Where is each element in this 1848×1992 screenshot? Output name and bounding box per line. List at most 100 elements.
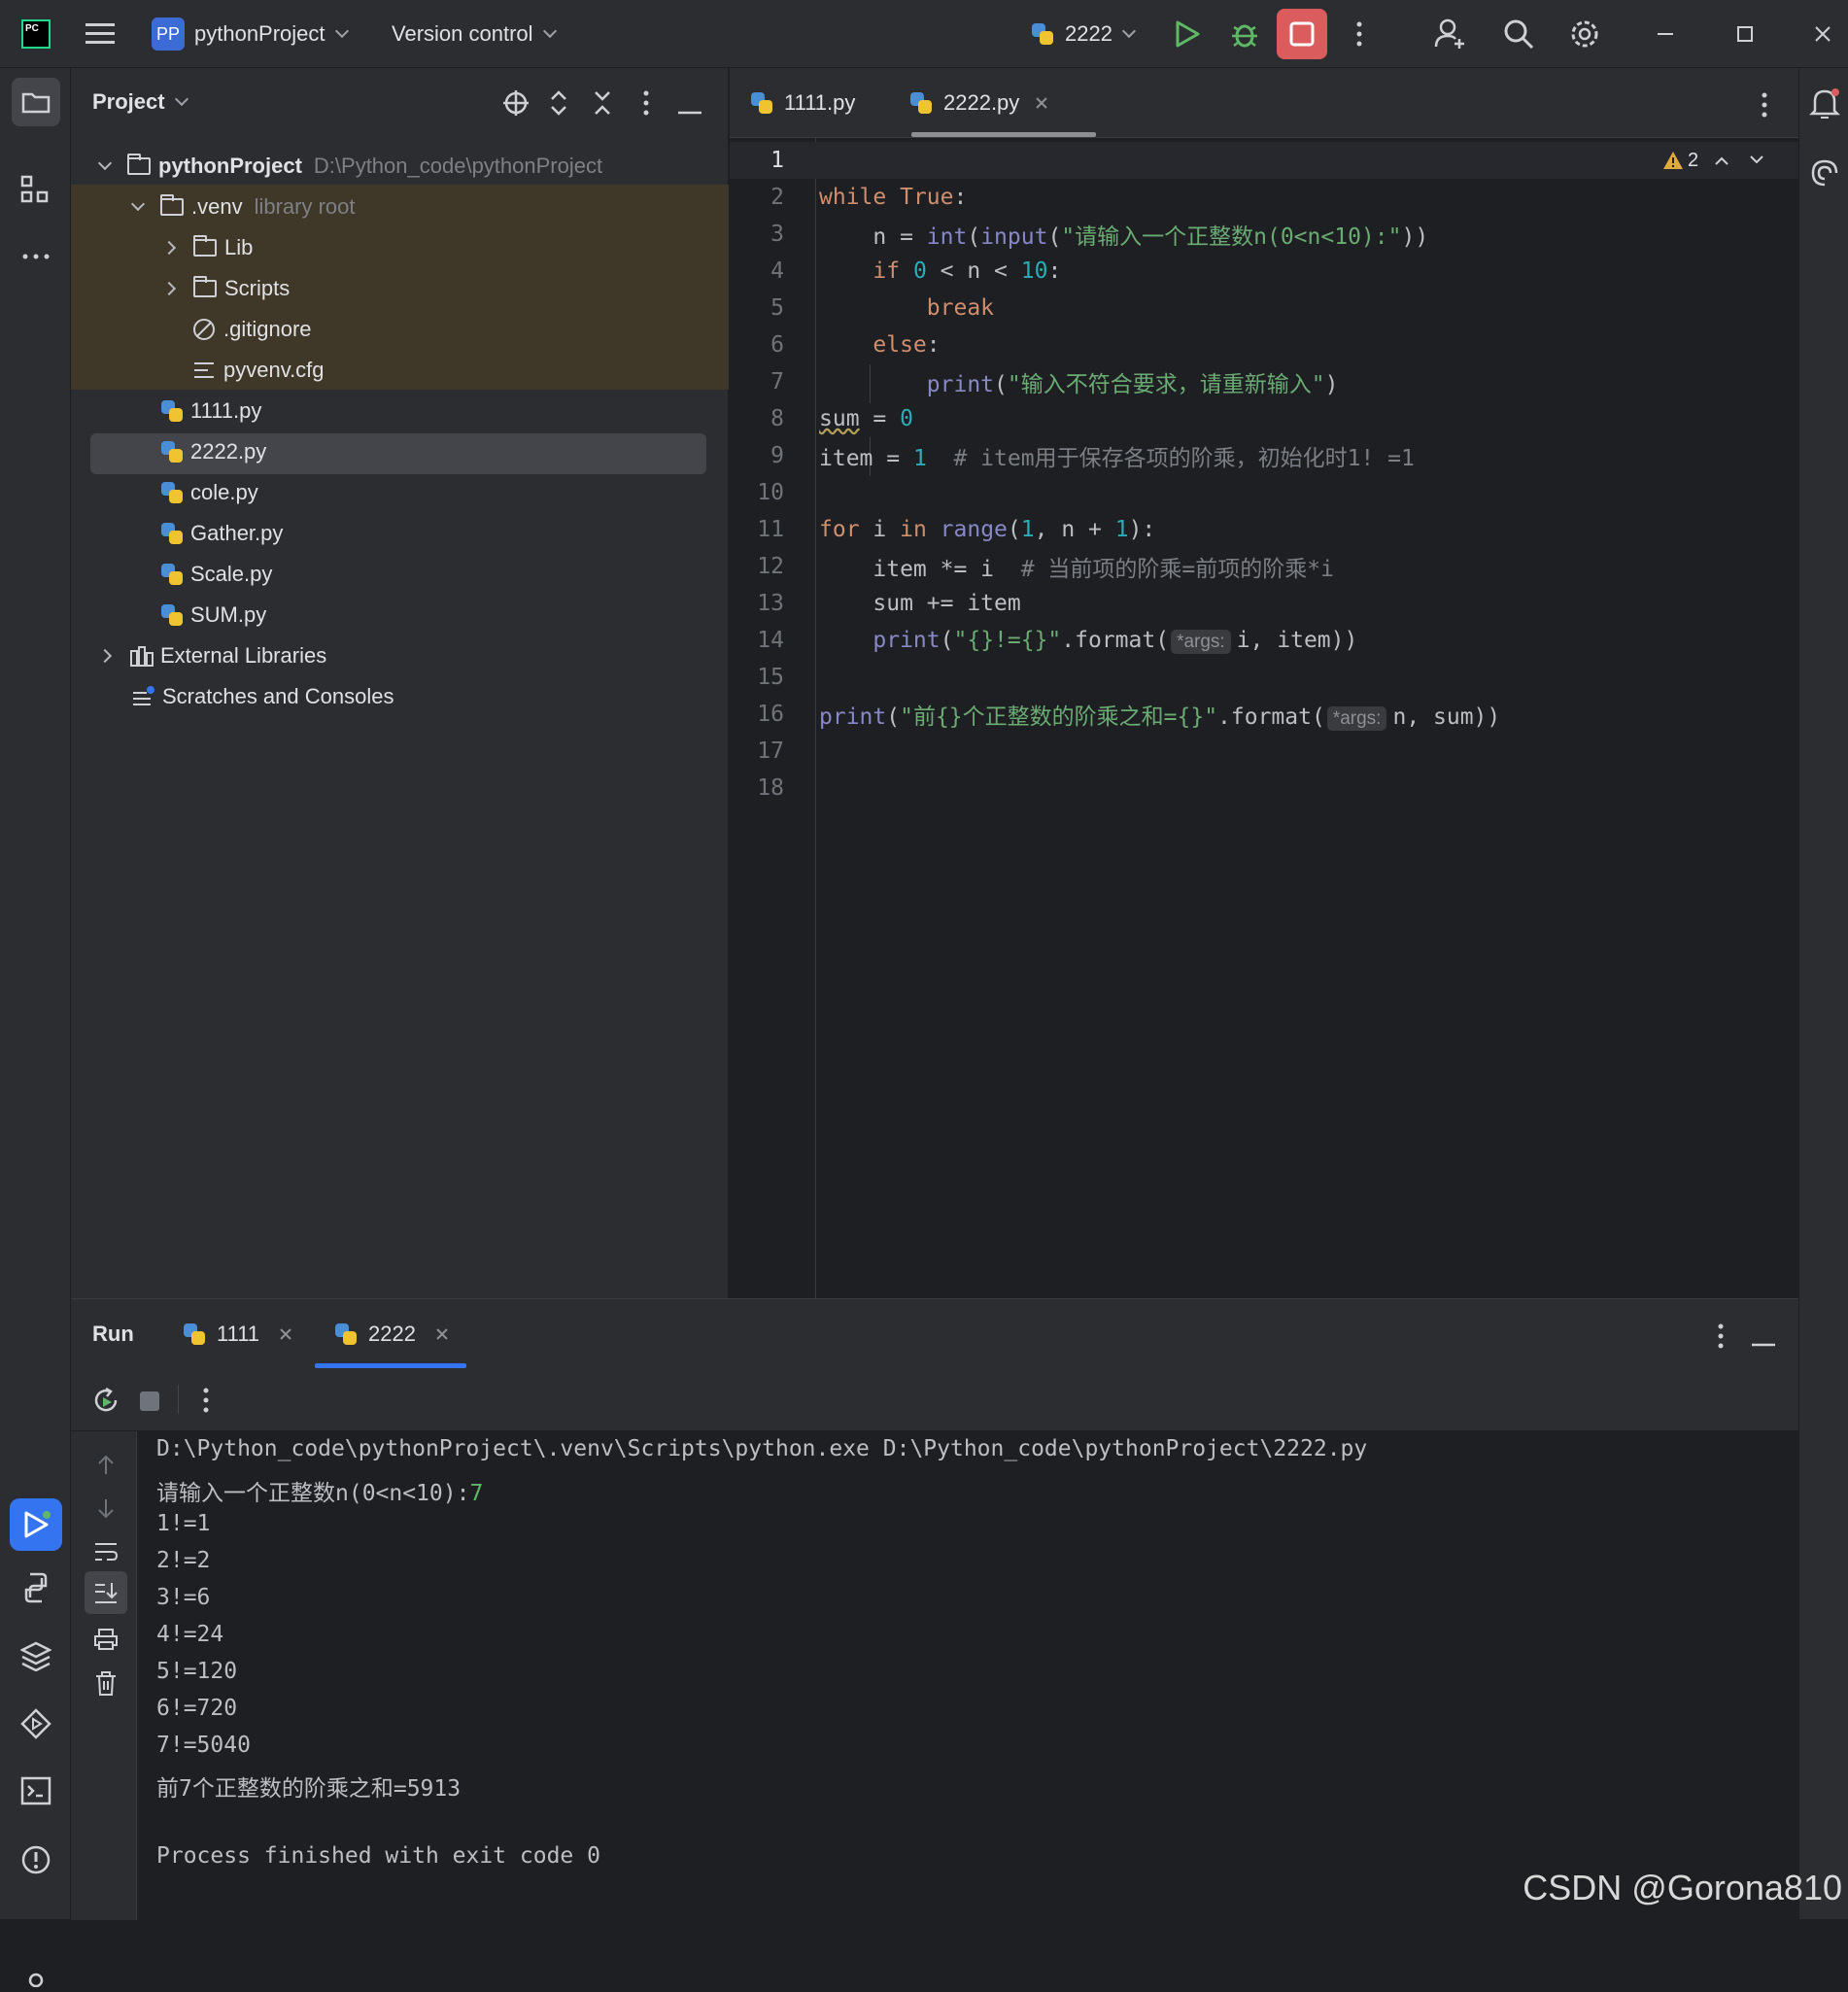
console-line: 7!=5040 [156, 1733, 251, 1758]
debug-button[interactable] [1230, 0, 1259, 68]
main-menu-icon[interactable] [86, 0, 117, 68]
more-actions-icon[interactable] [1354, 0, 1364, 68]
tree-file[interactable]: 1111.py [71, 391, 729, 431]
run-button[interactable] [1174, 0, 1201, 68]
locate-file-icon[interactable] [502, 89, 530, 121]
project-selector[interactable]: PP pythonProject [152, 0, 349, 68]
console-line: 4!=24 [156, 1622, 224, 1647]
collapse-all-icon[interactable] [593, 89, 612, 121]
more-run-actions-icon[interactable] [201, 1387, 211, 1419]
code-line-9: item = 1 # item用于保存各项的阶乘，初始化时1! =1 [819, 446, 1415, 471]
code-line-13: sum += item [873, 591, 1021, 616]
hide-run-panel-icon[interactable] [1752, 1334, 1775, 1352]
python-file-icon [161, 523, 183, 544]
tree-pyvenv[interactable]: pyvenv.cfg [71, 350, 729, 391]
soft-wrap-icon[interactable] [85, 1530, 127, 1573]
pycharm-logo-icon: PC [21, 0, 51, 68]
run-tab-2222[interactable]: 2222 [335, 1299, 449, 1369]
tree-file[interactable]: Scale.py [71, 554, 729, 595]
tree-external-libraries[interactable]: External Libraries [71, 635, 729, 676]
python-console-icon[interactable] [20, 1572, 51, 1608]
scratches-icon [133, 686, 154, 705]
stop-process-icon[interactable] [139, 1391, 160, 1417]
venv-hint: library root [254, 194, 356, 219]
expand-all-icon[interactable] [549, 89, 568, 121]
options-icon[interactable] [641, 89, 651, 121]
minimize-window-icon[interactable] [1656, 0, 1675, 68]
scroll-up-icon[interactable] [85, 1443, 127, 1486]
python-icon [335, 1323, 357, 1345]
print-icon[interactable] [85, 1618, 127, 1661]
stop-button[interactable] [1277, 9, 1327, 59]
tab-2222[interactable]: 2222.py [910, 68, 1048, 138]
parameter-hint: *args: [1171, 630, 1231, 654]
tree-file-selected[interactable]: 2222.py [71, 431, 729, 472]
tab-options-icon[interactable] [1760, 91, 1769, 123]
text-file-icon [194, 362, 214, 378]
search-icon[interactable] [1502, 0, 1535, 68]
python-icon [184, 1323, 205, 1345]
folder-icon [127, 154, 151, 175]
tree-gitignore[interactable]: .gitignore [71, 309, 729, 350]
run-config-selector[interactable]: 2222 [1032, 0, 1137, 68]
run-options-icon[interactable] [1716, 1322, 1726, 1355]
tree-root[interactable]: pythonProject D:\Python_code\pythonProje… [71, 146, 729, 187]
run-tab-1111[interactable]: 1111 [184, 1299, 292, 1369]
rerun-icon[interactable] [92, 1387, 120, 1419]
project-panel-header[interactable]: Project [92, 68, 188, 136]
console-line: 请输入一个正整数n(0<n<10):7 [156, 1481, 484, 1506]
parameter-hint: *args: [1326, 706, 1387, 731]
scroll-down-icon[interactable] [85, 1488, 127, 1530]
console-line: Process finished with exit code 0 [156, 1843, 600, 1869]
python-file-icon [910, 92, 932, 114]
tree-file[interactable]: SUM.py [71, 595, 729, 635]
clear-console-icon[interactable] [85, 1663, 127, 1705]
console-line: 3!=6 [156, 1585, 211, 1610]
scroll-to-end-icon[interactable] [85, 1571, 127, 1614]
chevron-down-icon [130, 196, 146, 212]
notifications-bell-icon[interactable] [1808, 87, 1841, 123]
add-user-icon[interactable] [1434, 0, 1467, 68]
chevron-down-icon [542, 23, 557, 39]
terminal-icon[interactable] [20, 1776, 51, 1810]
close-window-icon[interactable] [1813, 0, 1832, 68]
python-icon [1032, 23, 1053, 45]
structure-icon[interactable] [20, 175, 50, 209]
close-tab-icon[interactable] [1035, 96, 1048, 110]
editor-tab-bar: 1111.py 2222.py [730, 68, 1798, 138]
close-tab-icon[interactable] [279, 1327, 292, 1341]
tree-file[interactable]: Gather.py [71, 513, 729, 554]
code-line-4: if 0 < n < 10: [873, 258, 1062, 284]
services-icon[interactable] [20, 1708, 51, 1744]
tree-scripts[interactable]: Scripts [71, 268, 729, 309]
console-line: 5!=120 [156, 1659, 238, 1684]
run-tool-icon[interactable] [10, 1498, 62, 1551]
code-line-7: print("输入不符合要求，请重新输入") [926, 372, 1339, 397]
more-tools-icon[interactable] [21, 249, 51, 266]
tree-scratches[interactable]: Scratches and Consoles [71, 676, 729, 717]
code-line-14: print("{}!={}".format(*args: i, item)) [873, 628, 1358, 654]
maximize-window-icon[interactable] [1735, 0, 1755, 68]
project-folder-icon[interactable] [12, 78, 60, 126]
close-tab-icon[interactable] [435, 1327, 449, 1341]
left-tool-strip [0, 68, 71, 1988]
hide-panel-icon[interactable] [678, 102, 702, 120]
code-line-12: item *= i # 当前项的阶乘=前项的阶乘*i [873, 557, 1334, 582]
ai-assistant-icon[interactable] [1809, 157, 1840, 193]
tree-venv[interactable]: .venv library root [71, 187, 729, 227]
layers-icon[interactable] [19, 1640, 52, 1676]
tree-lib[interactable]: Lib [71, 227, 729, 268]
tree-file[interactable]: cole.py [71, 472, 729, 513]
active-tab-indicator [911, 132, 1096, 137]
version-control-menu[interactable]: Version control [392, 0, 557, 68]
console-side-toolbar [71, 1431, 137, 1920]
user-input: 7 [469, 1481, 484, 1506]
code-line-3: n = int(input("请输入一个正整数n(0<n<10):")) [873, 224, 1429, 250]
python-file-icon [161, 441, 183, 463]
tab-1111[interactable]: 1111.py [751, 68, 855, 138]
folder-icon [160, 194, 184, 216]
git-icon[interactable] [20, 1969, 51, 1992]
settings-gear-icon[interactable] [1568, 0, 1601, 68]
problems-icon[interactable] [20, 1844, 51, 1880]
code-line-8: sum = 0 [819, 406, 913, 431]
